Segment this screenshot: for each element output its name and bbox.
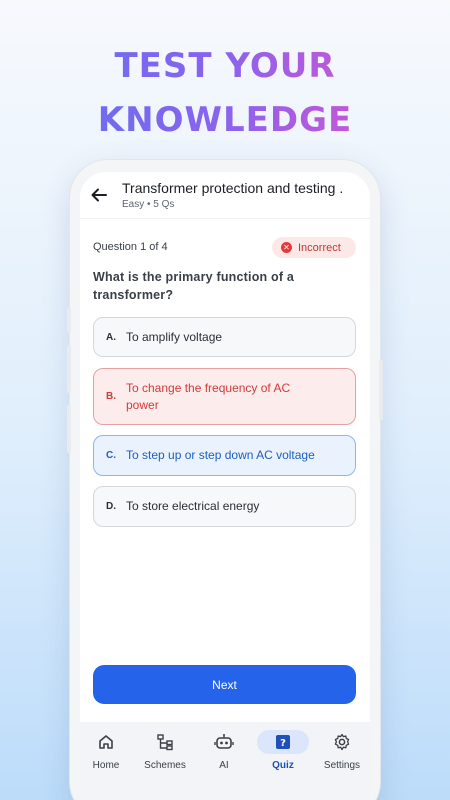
close-circle-icon: ✕ xyxy=(281,242,292,253)
option-letter: C. xyxy=(106,450,116,461)
nav-label-schemes: Schemes xyxy=(144,760,186,771)
status-badge: ✕ Incorrect xyxy=(272,237,356,258)
option-letter: A. xyxy=(106,331,116,343)
phone-side-button xyxy=(67,405,71,453)
promo-headline-line2: KNOWLEDGE xyxy=(0,100,450,140)
app-bar: Transformer protection and testing . Eas… xyxy=(80,172,370,218)
appbar-divider xyxy=(80,218,370,219)
back-button[interactable] xyxy=(88,184,110,206)
robot-icon xyxy=(214,734,234,749)
phone-side-button xyxy=(67,308,71,332)
option-text: To step up or step down AC voltage xyxy=(126,448,315,462)
page-title: Transformer protection and testing . xyxy=(122,180,344,196)
status-badge-label: Incorrect xyxy=(298,241,341,254)
answer-option-b[interactable]: B. To change the frequency of AC power xyxy=(93,368,356,425)
next-button[interactable]: Next xyxy=(93,665,356,704)
option-text: To amplify voltage xyxy=(126,329,223,344)
nav-label-settings: Settings xyxy=(323,760,361,771)
nav-item-home[interactable]: Home xyxy=(80,730,135,778)
nav-item-settings[interactable]: Settings xyxy=(313,730,370,778)
nav-icon-container xyxy=(204,730,244,754)
option-letter: D. xyxy=(106,501,116,512)
nav-icon-container xyxy=(145,730,185,754)
promo-headline-line1: TEST YOUR xyxy=(0,46,450,86)
promo-word-test: TEST xyxy=(114,46,226,86)
nav-icon-container-active: ? xyxy=(257,730,309,754)
nav-label-quiz: Quiz xyxy=(272,760,294,771)
nav-icon-container xyxy=(86,730,126,754)
quiz-icon: ? xyxy=(276,735,290,749)
page-subtitle: Easy • 5 Qs xyxy=(122,199,175,210)
answer-option-c[interactable]: C. To step up or step down AC voltage xyxy=(93,435,356,476)
bottom-navigation: Home Schemes AI ? Quiz Settings xyxy=(80,722,370,800)
promo-word-your: YOUR xyxy=(225,46,336,86)
nav-icon-container xyxy=(322,730,362,754)
schemes-icon xyxy=(157,734,173,751)
phone-side-button xyxy=(67,345,71,393)
arrow-left-icon xyxy=(91,188,107,202)
nav-item-quiz[interactable]: ? Quiz xyxy=(254,730,312,778)
app-screen: Transformer protection and testing . Eas… xyxy=(80,172,370,800)
nav-label-home: Home xyxy=(92,760,120,771)
svg-text:?: ? xyxy=(280,738,286,749)
phone-power-button xyxy=(379,360,383,420)
gear-icon xyxy=(334,733,350,751)
option-text: To change the frequency of AC power xyxy=(126,380,291,412)
option-text: To store electrical energy xyxy=(126,499,260,513)
nav-item-schemes[interactable]: Schemes xyxy=(136,730,194,778)
answer-option-a[interactable]: A. To amplify voltage xyxy=(93,317,356,357)
nav-item-ai[interactable]: AI xyxy=(195,730,253,778)
home-icon xyxy=(99,735,113,749)
question-text: What is the primary function of a transf… xyxy=(93,270,295,302)
answer-option-d[interactable]: D. To store electrical energy xyxy=(93,486,356,527)
option-letter: B. xyxy=(106,391,116,402)
nav-label-ai: AI xyxy=(219,760,229,771)
question-counter: Question 1 of 4 xyxy=(93,241,168,253)
